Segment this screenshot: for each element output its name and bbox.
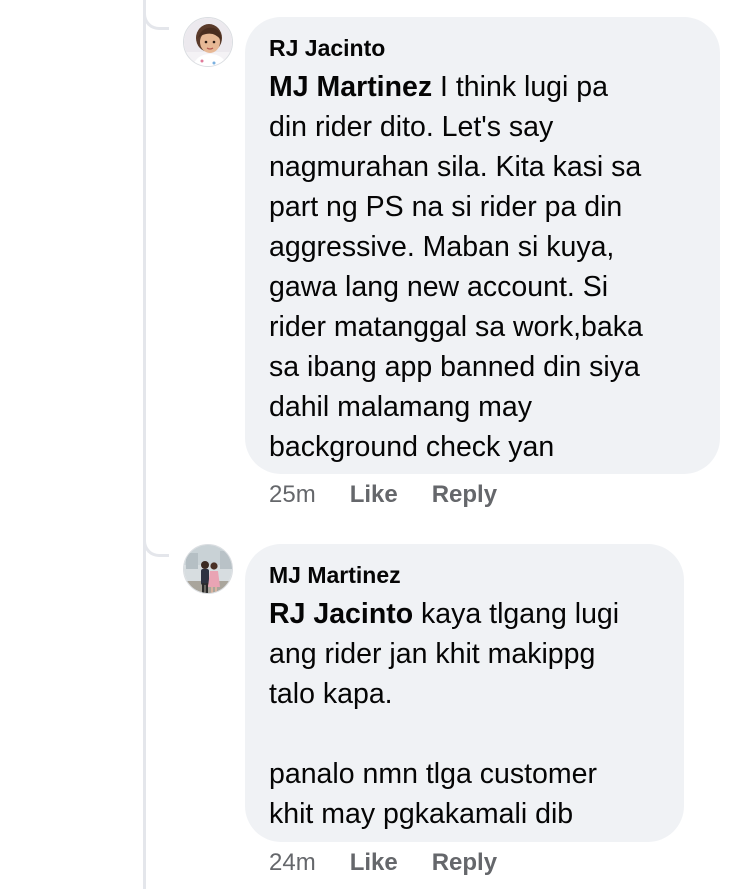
- mention-link[interactable]: MJ Martinez: [269, 71, 432, 103]
- comment-text: RJ Jacinto kaya tlgang lugi ang rider ja…: [269, 594, 660, 834]
- comment-timestamp[interactable]: 24m: [269, 848, 316, 878]
- comment-timestamp[interactable]: 25m: [269, 480, 316, 510]
- avatar[interactable]: [183, 544, 233, 594]
- comment-actions: 24m Like Reply: [269, 848, 497, 878]
- profile-photo-child-icon: [184, 18, 232, 66]
- like-button[interactable]: Like: [350, 848, 398, 878]
- comment-author[interactable]: RJ Jacinto: [269, 33, 696, 63]
- comment-actions: 25m Like Reply: [269, 480, 497, 510]
- like-button[interactable]: Like: [350, 480, 398, 510]
- comment-author[interactable]: MJ Martinez: [269, 560, 660, 590]
- thread-line: [143, 0, 146, 889]
- comment-text: MJ Martinez I think lugi pa din rider di…: [269, 67, 696, 467]
- comment-body: kaya tlgang lugi ang rider jan khit maki…: [269, 598, 620, 830]
- profile-photo-couple-icon: [184, 545, 232, 593]
- thread-connector: [143, 531, 169, 557]
- reply-button[interactable]: Reply: [432, 848, 497, 878]
- comment-bubble: MJ Martinez RJ Jacinto kaya tlgang lugi …: [245, 544, 684, 842]
- comment-bubble: RJ Jacinto MJ Martinez I think lugi pa d…: [245, 17, 720, 474]
- avatar[interactable]: [183, 17, 233, 67]
- thread-connector: [143, 4, 169, 30]
- comment-body: I think lugi pa din rider dito. Let's sa…: [269, 71, 643, 463]
- reply-button[interactable]: Reply: [432, 480, 497, 510]
- mention-link[interactable]: RJ Jacinto: [269, 598, 413, 630]
